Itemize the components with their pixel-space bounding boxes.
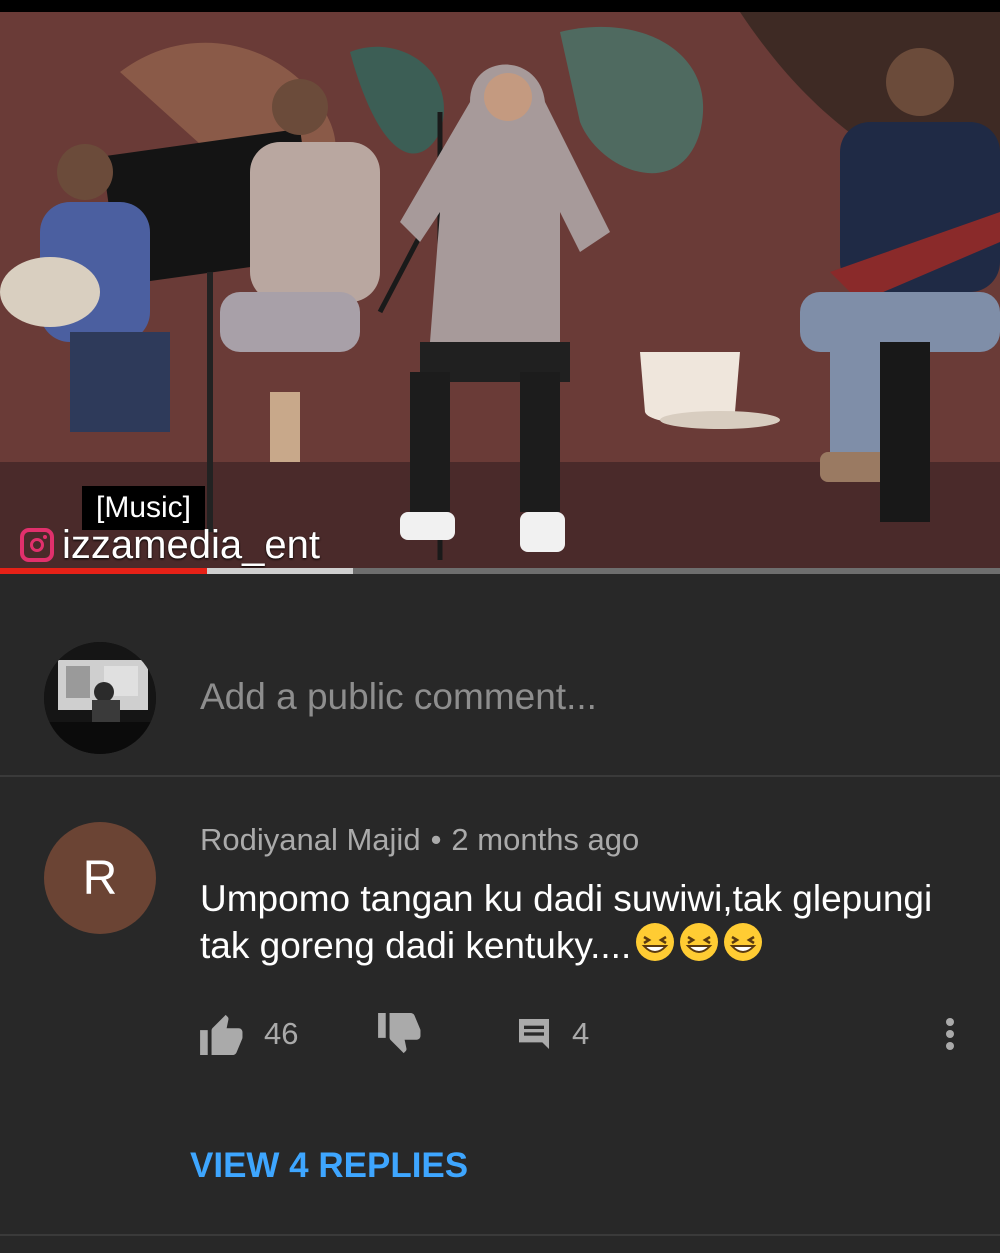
comment-text: Umpomo tangan ku dadi suwiwi,tak glepung…	[200, 878, 933, 966]
more-vert-icon	[946, 1018, 954, 1050]
reply-count: 4	[572, 1016, 590, 1051]
user-avatar[interactable]	[44, 642, 156, 754]
view-replies-button[interactable]: VIEW 4 REPLIES	[190, 1146, 468, 1186]
watermark-text: izzamedia_ent	[62, 522, 320, 567]
more-options-button[interactable]	[938, 1006, 962, 1062]
comment-time: 2 months ago	[451, 822, 640, 857]
divider	[0, 1234, 1000, 1236]
video-progress-bar[interactable]	[0, 568, 1000, 574]
grinning-squinting-face-icon	[675, 923, 719, 966]
comment-composer: Add a public comment...	[0, 620, 1000, 776]
separator-dot: •	[430, 822, 442, 857]
grinning-squinting-face-icon	[631, 923, 675, 966]
thumbs-down-icon	[378, 1013, 421, 1054]
dislike-button[interactable]	[378, 1006, 424, 1062]
add-comment-input[interactable]: Add a public comment...	[200, 676, 597, 718]
divider	[0, 775, 1000, 777]
comment-body: Umpomo tangan ku dadi suwiwi,tak glepung…	[200, 876, 970, 969]
like-button[interactable]: 46	[200, 1006, 298, 1062]
avatar-image	[44, 642, 156, 754]
channel-watermark: izzamedia_ent	[20, 520, 320, 570]
like-count: 46	[264, 1016, 299, 1051]
grinning-squinting-face-icon	[719, 923, 763, 966]
comment-author[interactable]: Rodiyanal Majid	[200, 822, 421, 857]
comment-meta: Rodiyanal Majid • 2 months ago	[200, 822, 639, 858]
status-bar	[0, 0, 1000, 12]
instagram-icon	[20, 528, 54, 562]
comment-actions: 46 4	[0, 1006, 1000, 1062]
thumbs-up-icon	[200, 1014, 243, 1055]
comment-icon	[519, 1019, 549, 1049]
comment-author-avatar[interactable]: R	[44, 822, 156, 934]
reply-button[interactable]: 4	[514, 1006, 589, 1062]
progress-played	[0, 568, 207, 574]
video-player[interactable]: [Music] izzamedia_ent	[0, 12, 1000, 572]
